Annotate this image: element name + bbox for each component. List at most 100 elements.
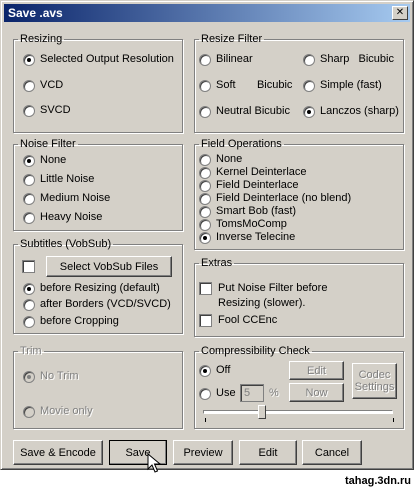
checkbox-icon <box>199 282 212 295</box>
resize-filter-legend: Resize Filter <box>201 33 263 45</box>
radio-label: Field Deinterlace (no blend) <box>216 192 352 204</box>
radio-label: Smart Bob (fast) <box>216 205 297 217</box>
preview-button[interactable]: Preview <box>173 440 233 465</box>
subtitles-checkbox[interactable] <box>22 260 35 273</box>
slider-tick <box>205 418 206 422</box>
compressibility-slider-track[interactable] <box>203 410 393 414</box>
edit-button[interactable]: Edit <box>239 440 297 465</box>
field-op-field-deinterlace-radio[interactable]: Field Deinterlace <box>199 179 299 192</box>
compressibility-percent-input[interactable]: 5 <box>240 384 264 402</box>
save-avs-dialog: Save .avs ✕ Resizing Selected Output Res… <box>0 0 414 473</box>
radio-icon <box>23 315 35 328</box>
radio-label: Heavy Noise <box>40 211 103 223</box>
noise-little-radio[interactable]: Little Noise <box>23 173 94 186</box>
resize-filter-simple-radio[interactable]: Simple (fast) <box>303 79 382 92</box>
compressibility-slider-thumb[interactable] <box>258 405 266 419</box>
compressibility-now-button[interactable]: Now <box>289 383 344 402</box>
compressibility-use-radio[interactable]: Use <box>199 387 236 400</box>
select-vobsub-button[interactable]: Select VobSub Files <box>46 256 172 277</box>
radio-label: Neutral Bicubic <box>216 105 290 117</box>
radio-label: Bilinear <box>216 53 253 65</box>
compressibility-off-radio[interactable]: Off <box>199 364 230 377</box>
noise-heavy-radio[interactable]: Heavy Noise <box>23 211 102 224</box>
radio-icon <box>199 105 211 118</box>
resizing-vcd-radio[interactable]: VCD <box>23 79 63 92</box>
radio-label: Little Noise <box>40 173 95 185</box>
subtitles-legend: Subtitles (VobSub) <box>20 238 112 250</box>
radio-label: Use <box>216 387 236 399</box>
field-op-smart-bob-radio[interactable]: Smart Bob (fast) <box>199 205 296 218</box>
noise-filter-legend: Noise Filter <box>20 138 76 150</box>
radio-label: VCD <box>40 79 64 91</box>
radio-icon <box>23 192 35 205</box>
fool-ccenc-checkbox[interactable]: Fool CCEnc <box>199 314 277 327</box>
radio-icon <box>23 154 35 167</box>
close-icon[interactable]: ✕ <box>392 6 408 20</box>
radio-icon <box>199 364 211 377</box>
radio-icon <box>199 166 211 179</box>
put-noise-filter-label-line2: Resizing (slower). <box>218 297 306 309</box>
trim-legend: Trim <box>20 345 42 357</box>
slider-tick <box>393 418 394 422</box>
radio-icon <box>199 53 211 66</box>
resize-filter-sharp-bicubic-radio[interactable]: Sharp Bicubic <box>303 53 394 66</box>
radio-label: before Cropping <box>40 315 119 327</box>
resize-filter-lanczos-radio[interactable]: Lanczos (sharp) <box>303 105 399 118</box>
cancel-button[interactable]: Cancel <box>302 440 362 465</box>
radio-icon <box>199 79 211 92</box>
field-op-inverse-telecine-radio[interactable]: Inverse Telecine <box>199 231 295 244</box>
radio-icon <box>199 387 211 400</box>
extras-legend: Extras <box>201 257 233 269</box>
radio-label: Field Deinterlace <box>216 179 299 191</box>
subtitles-before-resizing-radio[interactable]: before Resizing (default) <box>23 282 160 295</box>
field-op-kernel-radio[interactable]: Kernel Deinterlace <box>199 166 307 179</box>
checkbox-label: Put Noise Filter before <box>218 282 328 294</box>
radio-label: TomsMoComp <box>216 218 287 230</box>
subtitles-before-cropping-radio[interactable]: before Cropping <box>23 315 119 328</box>
codec-settings-line2: Settings <box>354 381 395 393</box>
resizing-legend: Resizing <box>20 33 63 45</box>
radio-label: before Resizing (default) <box>40 282 160 294</box>
radio-label: Inverse Telecine <box>216 231 296 243</box>
radio-icon <box>23 173 35 186</box>
radio-label: Kernel Deinterlace <box>216 166 307 178</box>
field-op-none-radio[interactable]: None <box>199 153 242 166</box>
radio-label: No Trim <box>40 370 79 382</box>
resizing-svcd-radio[interactable]: SVCD <box>23 104 71 117</box>
put-noise-filter-before-checkbox[interactable]: Put Noise Filter before <box>199 282 327 295</box>
codec-settings-button[interactable]: Codec Settings <box>352 363 397 399</box>
title-bar: Save .avs ✕ <box>4 4 410 22</box>
save-and-encode-button[interactable]: Save & Encode <box>13 440 103 465</box>
radio-label: Simple (fast) <box>320 79 382 91</box>
radio-icon <box>303 79 315 92</box>
noise-none-radio[interactable]: None <box>23 154 66 167</box>
radio-icon <box>23 79 35 92</box>
trim-movie-only-radio[interactable]: Movie only <box>23 405 93 418</box>
watermark: tahag.3dn.ru <box>344 475 411 487</box>
percent-label: % <box>269 387 279 399</box>
radio-label: Off <box>216 364 231 376</box>
radio-icon <box>199 153 211 166</box>
radio-label: Movie only <box>40 405 93 417</box>
subtitles-after-borders-radio[interactable]: after Borders (VCD/SVCD) <box>23 298 171 311</box>
checkbox-label: Fool CCEnc <box>218 314 278 326</box>
radio-icon <box>303 105 315 118</box>
compressibility-legend: Compressibility Check <box>201 345 310 357</box>
radio-icon <box>199 192 211 205</box>
radio-icon <box>23 104 35 117</box>
noise-medium-radio[interactable]: Medium Noise <box>23 192 110 205</box>
field-op-tomsmocomp-radio[interactable]: TomsMoComp <box>199 218 287 231</box>
compressibility-edit-button[interactable]: Edit <box>289 361 344 380</box>
resize-filter-bilinear-radio[interactable]: Bilinear <box>199 53 253 66</box>
radio-icon <box>23 53 35 66</box>
radio-icon <box>23 370 35 383</box>
radio-icon <box>23 282 35 295</box>
trim-no-trim-radio[interactable]: No Trim <box>23 370 79 383</box>
resizing-selected-output-radio[interactable]: Selected Output Resolution <box>23 53 174 66</box>
field-op-no-blend-radio[interactable]: Field Deinterlace (no blend) <box>199 192 351 205</box>
resize-filter-soft-bicubic-radio[interactable]: Soft Bicubic <box>199 79 292 92</box>
resize-filter-neutral-bicubic-radio[interactable]: Neutral Bicubic <box>199 105 290 118</box>
radio-label: None <box>40 154 67 166</box>
radio-icon <box>199 179 211 192</box>
radio-icon <box>199 218 211 231</box>
